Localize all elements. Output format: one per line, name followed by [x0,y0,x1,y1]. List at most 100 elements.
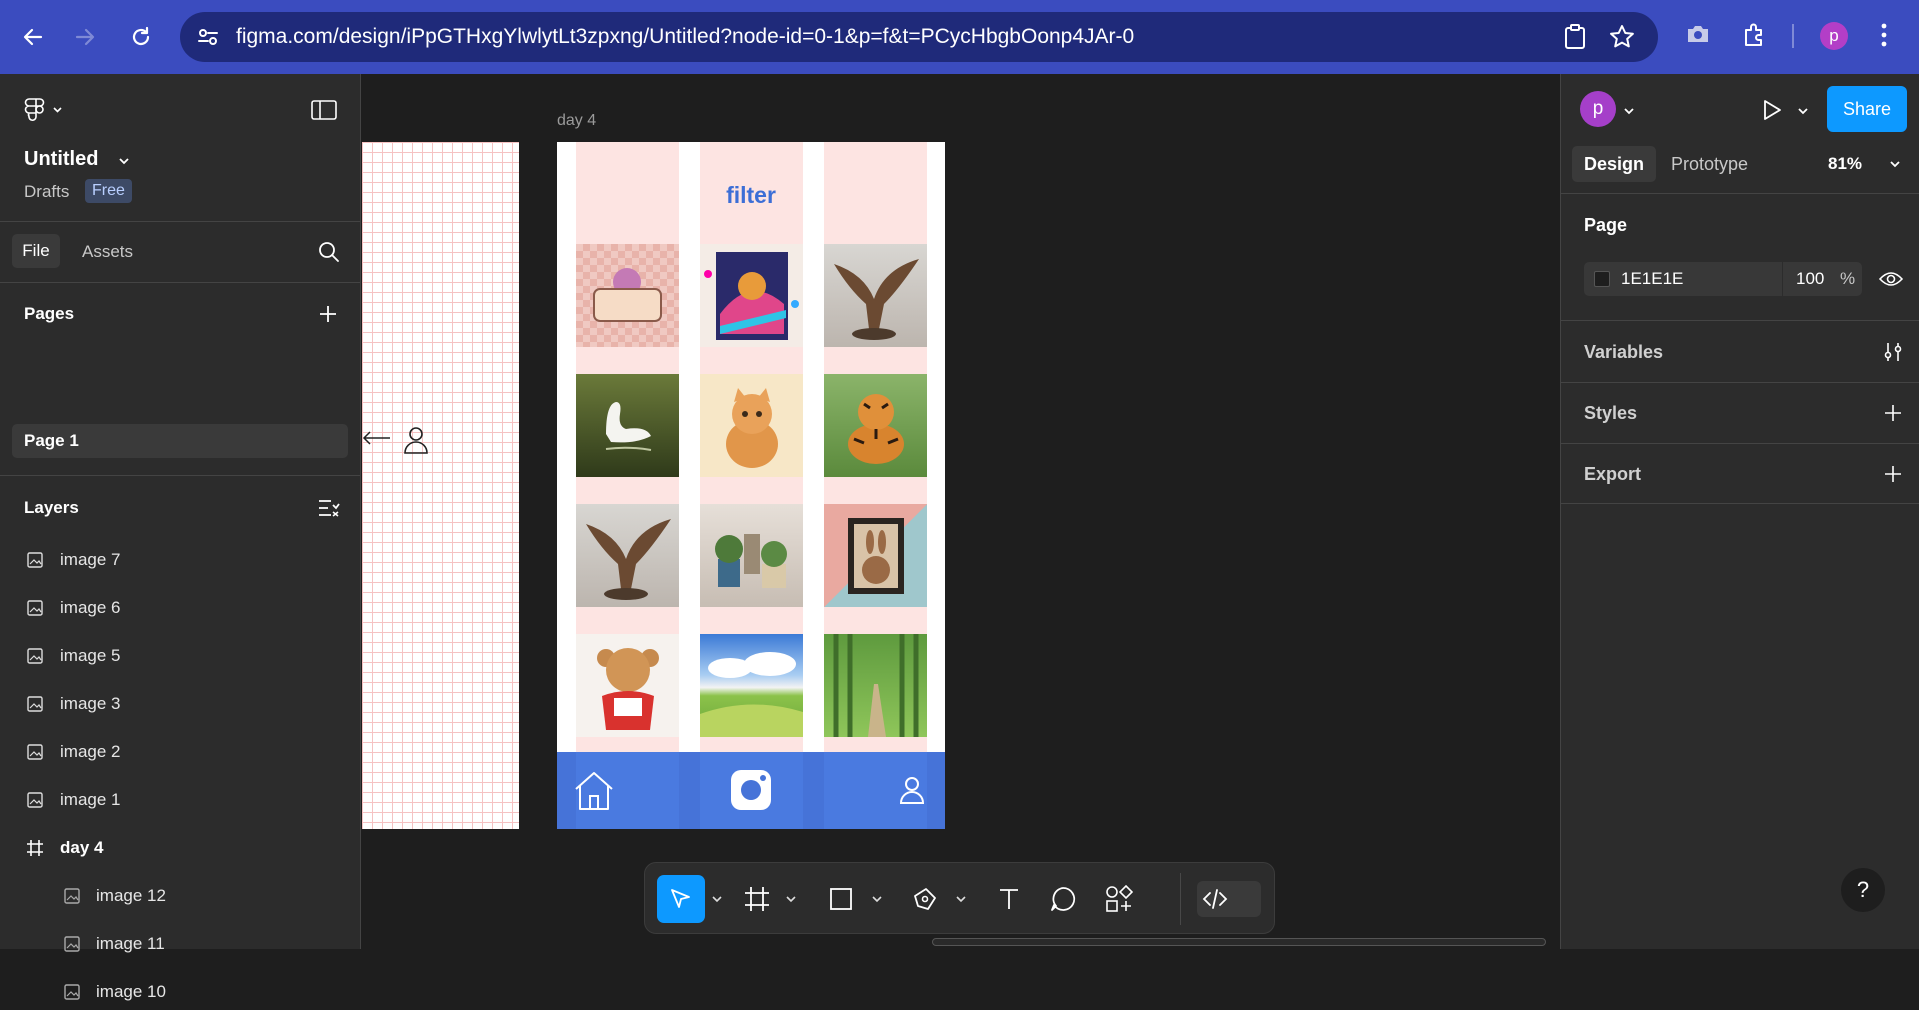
tab-prototype[interactable]: Prototype [1671,154,1748,175]
image-kitten[interactable] [700,374,803,477]
move-tool[interactable] [657,875,705,923]
instagram-icon[interactable] [731,770,771,810]
layer-item[interactable]: image 5 [0,638,360,674]
image-layer-icon [27,792,43,808]
eye-icon[interactable] [1879,270,1903,288]
plan-badge: Free [85,179,132,203]
horizontal-scrollbar[interactable] [932,938,1546,946]
chevron-down-icon[interactable] [951,875,971,923]
left-sidebar: Untitled Drafts Free File Assets Pages P… [0,74,361,1001]
text-tool[interactable] [987,875,1031,923]
layer-label: image 6 [60,598,121,617]
frame-tool[interactable] [735,875,779,923]
image-layer-icon [27,648,43,664]
share-button[interactable]: Share [1827,86,1907,132]
layers-heading: Layers [24,498,79,517]
image-potted-plants[interactable] [700,504,803,607]
home-icon[interactable] [573,770,615,812]
url-text[interactable]: figma.com/design/iPpGTHxgYlwlytLt3zpxng/… [236,25,1134,49]
add-export-icon[interactable] [1883,464,1903,484]
layer-label: image 11 [96,934,165,953]
layer-item[interactable]: image 1 [0,782,360,818]
chevron-down-icon[interactable] [1889,159,1901,169]
tab-file[interactable]: File [12,234,60,268]
image-layer-icon [27,696,43,712]
panel-toggle-icon[interactable] [311,100,337,120]
filter-title[interactable]: filter [557,182,945,209]
page-item[interactable]: Page 1 [12,424,348,458]
layer-item[interactable]: image 10 [0,974,360,1010]
present-play-icon[interactable] [1761,99,1783,121]
pen-tool[interactable] [903,875,947,923]
styles-section[interactable]: Styles [1584,403,1637,424]
variables-settings-icon[interactable] [1883,342,1903,362]
page-color-hex[interactable]: 1E1E1E [1621,269,1683,289]
layer-item[interactable]: image 2 [0,734,360,770]
search-icon[interactable] [318,241,340,263]
back-icon[interactable] [14,18,52,56]
image-eagle-statue[interactable] [576,504,679,607]
image-eagle-statue[interactable] [824,244,927,347]
chevron-down-icon[interactable] [118,156,130,166]
chevron-down-icon[interactable] [1797,106,1809,116]
layer-item[interactable]: image 7 [0,542,360,578]
file-name[interactable]: Untitled [24,148,98,171]
address-bar[interactable]: figma.com/design/iPpGTHxgYlwlytLt3zpxng/… [180,12,1658,62]
more-icon[interactable] [1880,22,1888,48]
frame-label[interactable]: day 4 [557,112,596,130]
image-bamboo-path[interactable] [824,634,927,737]
layer-item[interactable]: image 3 [0,686,360,722]
chevron-down-icon[interactable] [1623,106,1635,116]
user-avatar[interactable]: p [1580,91,1616,127]
image-cat-surfing-art[interactable] [700,244,803,347]
zoom-level[interactable]: 81% [1828,154,1862,174]
export-section[interactable]: Export [1584,464,1641,485]
profile-icon[interactable] [899,776,925,804]
chevron-down-icon[interactable] [867,875,887,923]
chevron-down-icon[interactable] [707,875,727,923]
divider [0,282,361,283]
layer-item[interactable]: image 11 [0,926,360,962]
color-swatch[interactable] [1594,271,1610,287]
site-info-icon[interactable] [196,25,220,49]
forward-icon[interactable] [66,18,104,56]
layers-filter-icon[interactable] [318,499,340,517]
phone-frame-day-4[interactable]: filter [557,142,945,829]
comment-tool[interactable] [1041,875,1085,923]
chevron-down-icon[interactable] [781,875,801,923]
layer-item-frame[interactable]: day 4 [0,830,360,866]
variables-section[interactable]: Variables [1584,342,1663,363]
image-cookie-sign[interactable] [576,244,679,347]
image-teddy-bear[interactable] [576,634,679,737]
help-button[interactable]: ? [1841,868,1885,912]
add-style-icon[interactable] [1883,403,1903,423]
rectangle-tool[interactable] [819,875,863,923]
image-swan[interactable] [576,374,679,477]
design-canvas[interactable]: day 4 filter [362,74,1560,949]
add-page-icon[interactable] [318,304,338,324]
figma-menu-icon[interactable] [24,98,64,122]
tab-design[interactable]: Design [1572,146,1656,182]
page-opacity-value[interactable]: 100 [1796,269,1824,289]
layer-item[interactable]: image 6 [0,590,360,626]
star-icon[interactable] [1609,24,1635,50]
page-color-field[interactable]: 1E1E1E 100 % [1584,262,1862,296]
clipboard-icon[interactable] [1563,24,1587,50]
layer-item[interactable]: image 12 [0,878,360,914]
actions-tool[interactable] [1097,875,1141,923]
image-rabbit-frame[interactable] [824,504,927,607]
profile-avatar[interactable]: p [1820,22,1848,50]
dev-mode-toggle[interactable] [1197,881,1261,917]
divider [0,475,361,476]
drafts-location[interactable]: Drafts [24,182,69,202]
image-layer-icon [27,552,43,568]
camera-icon[interactable] [1685,22,1711,46]
image-green-fields[interactable] [700,634,803,737]
user-icon [404,426,428,454]
tab-assets[interactable]: Assets [82,242,133,262]
layer-label: image 12 [96,886,166,905]
grid-frame[interactable] [362,142,519,829]
image-tiger[interactable] [824,374,927,477]
extensions-icon[interactable] [1741,22,1767,48]
reload-icon[interactable] [122,18,160,56]
